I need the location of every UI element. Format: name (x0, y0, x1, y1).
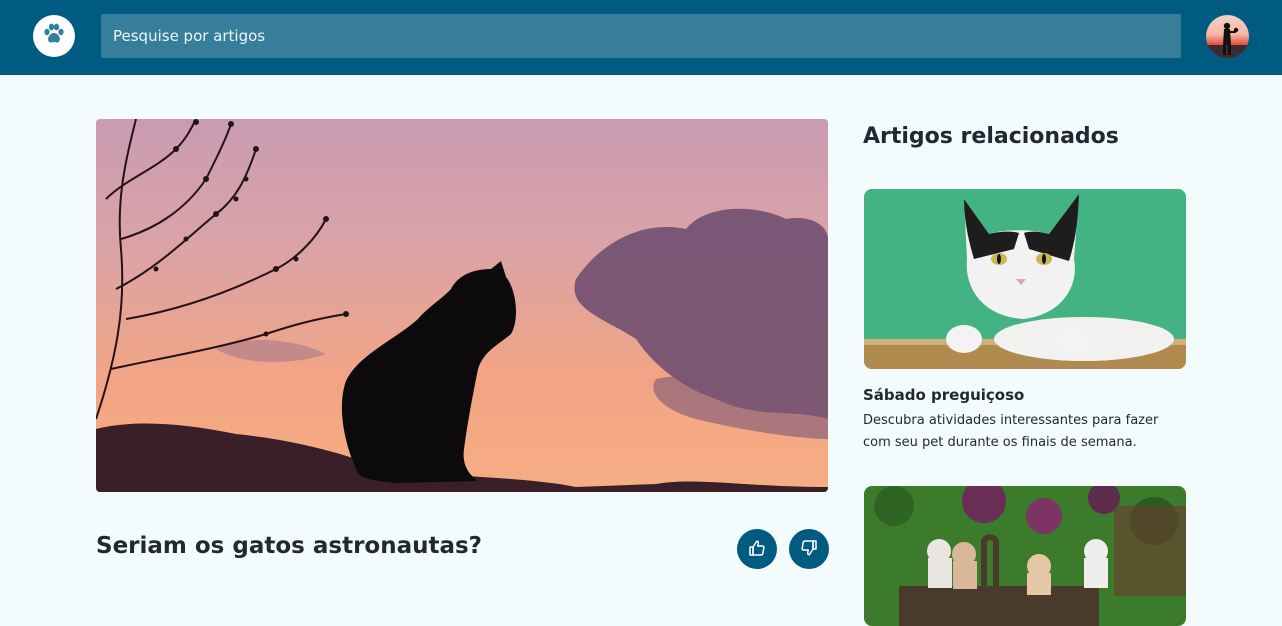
article-hero-image (96, 119, 828, 492)
top-bar (0, 0, 1282, 75)
related-article-image[interactable] (864, 486, 1186, 626)
related-article-image[interactable] (864, 189, 1186, 369)
dislike-button[interactable] (789, 529, 829, 569)
related-articles-heading: Artigos relacionados (863, 124, 1119, 149)
thumbs-down-icon (800, 539, 818, 560)
related-article-description: Descubra atividades interessantes para f… (863, 413, 1159, 450)
article-title: Seriam os gatos astronautas? (96, 533, 483, 559)
user-avatar[interactable] (1206, 15, 1249, 58)
search-input[interactable] (101, 14, 1181, 58)
logo[interactable] (33, 15, 75, 57)
like-button[interactable] (737, 529, 777, 569)
related-article-title[interactable]: Sábado preguiçoso (863, 386, 1024, 404)
paw-icon (42, 23, 66, 49)
thumbs-up-icon (748, 539, 766, 560)
